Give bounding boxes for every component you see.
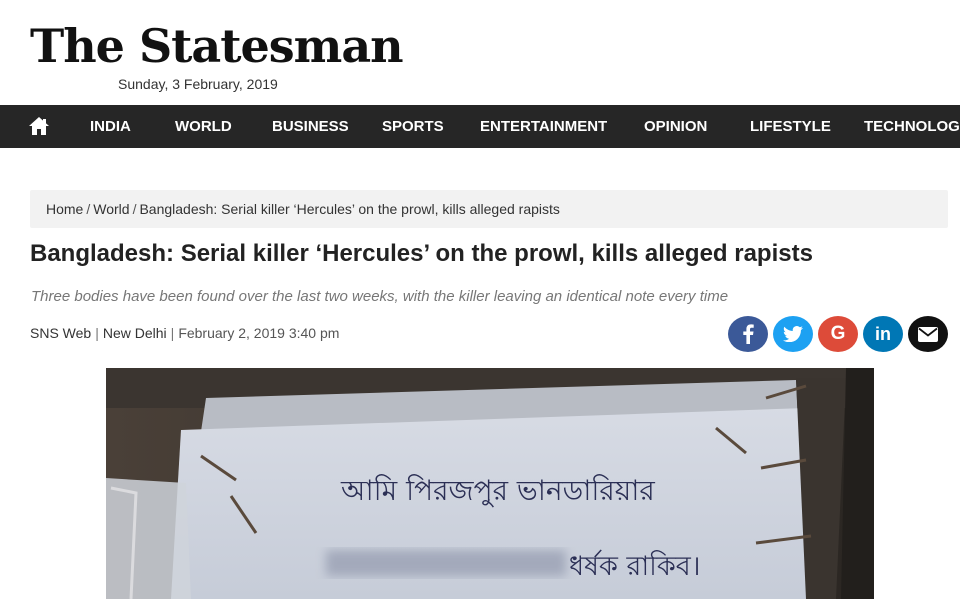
nav-item-technology[interactable]: TECHNOLOGY [864,105,960,148]
twitter-share-button[interactable] [773,316,813,352]
google-plus-share-button[interactable]: G [818,316,858,352]
nav-item-opinion[interactable]: OPINION [644,105,707,148]
article-hero-image: আমি পিরজপুর ভানডারিয়ার ধর্ষক রাকিব। [106,368,874,599]
breadcrumb-current: Bangladesh: Serial killer ‘Hercules’ on … [139,201,560,217]
breadcrumb-separator: / [132,201,137,217]
article-byline: SNS Web | New Delhi | February 2, 2019 3:40 … [30,325,339,341]
publish-date: February 2, 2019 3:40 pm [178,325,340,341]
facebook-share-button[interactable] [728,316,768,352]
article-summary: Three bodies have been found over the la… [31,288,729,305]
nav-item-entertainment[interactable]: ENTERTAINMENT [480,105,607,148]
byline-separator: | [95,325,99,341]
twitter-icon [783,326,803,342]
google-plus-icon: G [830,323,846,344]
main-nav: INDIA WORLD BUSINESS SPORTS ENTERTAINMEN… [0,105,960,148]
hero-photo-graphic: আমি পিরজপুর ভানডারিয়ার ধর্ষক রাকিব। [106,368,874,599]
breadcrumb-world[interactable]: World [93,201,129,217]
email-share-button[interactable] [908,316,948,352]
home-icon[interactable] [28,116,50,136]
current-date: Sunday, 3 February, 2019 [118,76,278,92]
masthead: The Statesman Sunday, 3 February, 2019 [0,0,960,105]
email-icon [918,326,938,342]
site-logo[interactable]: The Statesman [30,18,404,74]
nav-item-lifestyle[interactable]: LIFESTYLE [750,105,831,148]
breadcrumb: Home / World / Bangladesh: Serial killer ‘He… [30,190,948,228]
nav-item-business[interactable]: BUSINESS [272,105,349,148]
nav-item-india[interactable]: INDIA [90,105,131,148]
facebook-icon [742,324,754,344]
article-headline: Bangladesh: Serial killer ‘Hercules’ on … [30,240,813,267]
author-link[interactable]: SNS Web [30,325,91,341]
nav-item-world[interactable]: WORLD [175,105,232,148]
nav-item-sports[interactable]: SPORTS [382,105,444,148]
article-location: New Delhi [102,325,167,341]
byline-separator: | [170,325,175,341]
linkedin-share-button[interactable]: in [863,316,903,352]
note-text-line-2: ধর্ষক রাকিব। [569,550,700,582]
breadcrumb-separator: / [86,201,91,217]
linkedin-icon: in [875,323,891,344]
breadcrumb-home[interactable]: Home [46,201,83,217]
note-text-line-1: আমি পিরজপুর ভানডারিয়ার [340,474,655,507]
